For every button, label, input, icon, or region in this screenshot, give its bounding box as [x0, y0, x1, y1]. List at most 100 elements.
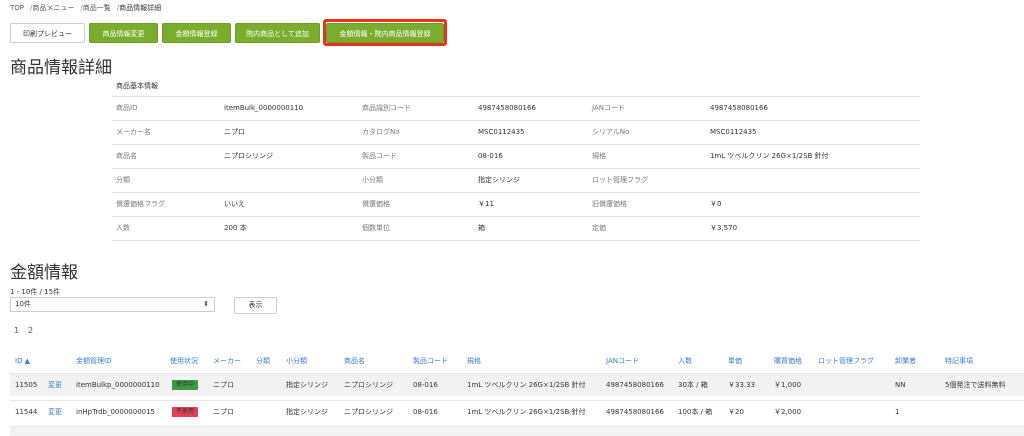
- info-label: 個数単位: [362, 224, 390, 232]
- info-value: ニプロシリンジ: [224, 152, 273, 160]
- cell-vendor: NN: [895, 381, 906, 389]
- info-row: 商品名 ニプロシリンジ 製品コード 08-016 規格 1mL ツベルクリン 2…: [112, 145, 920, 169]
- per-page-value: 10件: [15, 300, 31, 308]
- info-value: 箱: [478, 224, 485, 232]
- info-row: 入数 200 本 個数単位 箱 定価 ￥3,570: [112, 217, 920, 241]
- col-unit-price[interactable]: 単価: [728, 350, 742, 372]
- info-label: 商品名: [116, 152, 137, 160]
- highlight-frame: [323, 19, 447, 46]
- cell-qty: 100本 / 箱: [678, 408, 713, 416]
- info-value: 4987458080166: [478, 104, 536, 112]
- show-button[interactable]: 表示: [234, 297, 277, 314]
- col-notes[interactable]: 特記事項: [945, 350, 973, 372]
- info-row: 償還価格フラグ いいえ 償還価格 ￥11 旧償還価格 ￥0: [112, 193, 920, 217]
- section-label: 商品基本情報: [112, 76, 920, 97]
- info-label: 商品ID: [116, 104, 138, 112]
- add-inhouse-button[interactable]: 院内商品として追加: [235, 23, 320, 43]
- breadcrumb-product-menu[interactable]: 商品メニュー: [32, 4, 74, 12]
- breadcrumb-top[interactable]: TOP: [10, 4, 24, 12]
- info-value: ￥3,570: [710, 224, 738, 232]
- cell-maker: ニプロ: [213, 381, 234, 389]
- col-category[interactable]: 分類: [256, 350, 270, 372]
- price-table-header: ID ▲ 金額管理ID 使用状況 メーカー 分類 小分類 商品名 製品コード 規…: [10, 350, 1024, 372]
- col-lot-flag[interactable]: ロット管理フラグ: [818, 350, 874, 372]
- info-value: ￥11: [478, 200, 494, 208]
- info-value: 200 本: [224, 224, 247, 232]
- page-2[interactable]: 2: [28, 326, 33, 335]
- info-label: メーカー名: [116, 128, 151, 136]
- cell-maker: ニプロ: [213, 408, 234, 416]
- breadcrumb-current: 商品情報詳細: [119, 4, 162, 12]
- cell-product-code: 08-016: [413, 408, 438, 416]
- cell-product-code: 08-016: [413, 381, 438, 389]
- col-status[interactable]: 使用状況: [170, 350, 198, 372]
- cell-id: 11544: [15, 408, 38, 416]
- result-count: 1 - 10件 / 15件: [10, 288, 61, 296]
- info-label: 規格: [592, 152, 606, 160]
- cell-spec: 1mL ツベルクリン 26G×1/2SB 針付: [467, 381, 586, 389]
- col-spec[interactable]: 規格: [467, 350, 481, 372]
- info-value: 1mL ツベルクリン 26G×1/2SB 針付: [710, 152, 829, 160]
- info-value: MSC0112435: [710, 128, 757, 136]
- register-price-button[interactable]: 金額情報登録: [162, 23, 231, 43]
- col-jan[interactable]: JANコード: [606, 350, 639, 372]
- info-value: ニプロ: [224, 128, 245, 136]
- cell-id: 11505: [15, 381, 38, 389]
- price-section-title: 金額情報: [10, 263, 78, 283]
- breadcrumb-product-list[interactable]: 商品一覧: [83, 4, 111, 12]
- info-label: カタログNo: [362, 128, 400, 136]
- status-badge: 不使用: [172, 407, 199, 417]
- cell-notes: 5個発注で送料無料: [945, 381, 1006, 389]
- info-label: 定価: [592, 224, 606, 232]
- info-label: 商品識別コード: [362, 104, 411, 112]
- info-label: JANコード: [592, 104, 625, 112]
- breadcrumb: TOP/商品メニュー/商品一覧/商品情報詳細: [10, 3, 161, 13]
- col-qty[interactable]: 入数: [678, 350, 692, 372]
- col-maker[interactable]: メーカー: [213, 350, 241, 372]
- table-row: 11544 変更 inHpTrdb_0000000015 不使用 ニプロ 指定シ…: [10, 400, 1024, 423]
- info-value: itemBulk_0000000110: [224, 104, 304, 112]
- info-label: 償還価格: [362, 200, 390, 208]
- cell-subcategory: 指定シリンジ: [286, 408, 328, 416]
- edit-product-button[interactable]: 商品情報変更: [89, 23, 158, 43]
- status-badge: 使用中: [172, 380, 199, 390]
- cell-vendor: 1: [895, 408, 900, 416]
- cell-subcategory: 指定シリンジ: [286, 381, 328, 389]
- col-name[interactable]: 商品名: [344, 350, 365, 372]
- print-preview-button[interactable]: 印刷プレビュー: [10, 23, 85, 43]
- cell-jan: 4987458080166: [606, 408, 664, 416]
- info-value: 4987458080166: [710, 104, 768, 112]
- info-label: ロット管理フラグ: [592, 176, 648, 184]
- col-subcategory[interactable]: 小分類: [286, 350, 307, 372]
- edit-link[interactable]: 変更: [48, 401, 62, 423]
- info-value: MSC0112435: [478, 128, 525, 136]
- info-value: ￥0: [710, 200, 722, 208]
- table-row: 11505 変更 itemBulkp_0000000110 使用中 ニプロ 指定…: [10, 373, 1024, 396]
- info-label: 小分類: [362, 176, 383, 184]
- cell-purchase-price: ￥1,000: [774, 381, 802, 389]
- cell-name: ニプロシリンジ: [344, 408, 393, 416]
- edit-link[interactable]: 変更: [48, 374, 62, 396]
- cell-mgmt-id: inHpTrdb_0000000015: [76, 408, 156, 416]
- per-page-select[interactable]: 10件 ⬍: [10, 297, 215, 312]
- cell-qty: 30本 / 箱: [678, 381, 708, 389]
- info-label: シリアルNo: [592, 128, 630, 136]
- info-row: 商品ID itemBulk_0000000110 商品識別コード 4987458…: [112, 97, 920, 121]
- col-vendor[interactable]: 卸業者: [895, 350, 916, 372]
- info-label: 償還価格フラグ: [116, 200, 165, 208]
- col-id[interactable]: ID ▲: [15, 350, 30, 372]
- cell-spec: 1mL ツベルクリン 26G×1/2SB 針付: [467, 408, 586, 416]
- col-mgmt-id[interactable]: 金額管理ID: [76, 350, 111, 372]
- col-product-code[interactable]: 製品コード: [413, 350, 448, 372]
- cell-mgmt-id: itemBulkp_0000000110: [76, 381, 160, 389]
- col-purchase-price[interactable]: 購買価格: [774, 350, 802, 372]
- cell-purchase-price: ￥2,000: [774, 408, 802, 416]
- cell-unit-price: ￥33.33: [728, 381, 756, 389]
- page-1[interactable]: 1: [14, 326, 19, 335]
- info-value: 指定シリンジ: [478, 176, 520, 184]
- info-label: 入数: [116, 224, 130, 232]
- info-row: メーカー名 ニプロ カタログNo MSC0112435 シリアルNo MSC01…: [112, 121, 920, 145]
- product-info-table: 商品基本情報 商品ID itemBulk_0000000110 商品識別コード …: [112, 76, 920, 241]
- info-value: 08-016: [478, 152, 503, 160]
- info-label: 製品コード: [362, 152, 397, 160]
